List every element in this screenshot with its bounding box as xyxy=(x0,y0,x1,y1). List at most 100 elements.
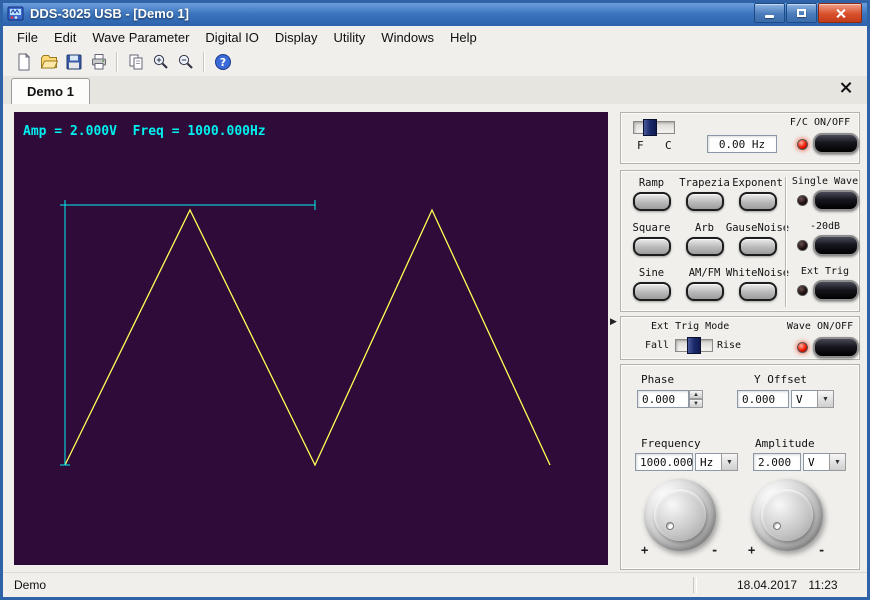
amplitude-input[interactable]: 2.000 xyxy=(753,453,801,471)
ext-trig-mode-label: Ext Trig Mode xyxy=(651,321,729,332)
spin-up-button[interactable]: ▲ xyxy=(689,390,703,399)
square-wave-button[interactable] xyxy=(633,237,671,256)
fc-group: F C 0.00 Hz F/C ON/OFF xyxy=(620,112,860,164)
minus20db-led xyxy=(797,240,808,251)
minus20db-button[interactable] xyxy=(813,235,859,256)
menu-wave-parameter[interactable]: Wave Parameter xyxy=(84,28,197,47)
status-time: 11:23 xyxy=(797,578,849,592)
tab-close-icon[interactable] xyxy=(838,79,854,95)
wave-select-group: Ramp Trapezia Exponent Square Arb GauseN… xyxy=(620,170,860,312)
arb-label: Arb xyxy=(695,222,714,234)
open-button[interactable] xyxy=(36,50,61,74)
maximize-button[interactable] xyxy=(786,3,817,23)
close-button[interactable] xyxy=(818,3,862,23)
app-window: DDS-3025 USB - [Demo 1] File Edit Wave P… xyxy=(0,0,870,600)
tab-label: Demo 1 xyxy=(27,84,74,99)
zoom-out-icon xyxy=(177,53,195,71)
status-date: 18.04.2017 xyxy=(697,578,797,592)
window-title: DDS-3025 USB - [Demo 1] xyxy=(30,6,754,21)
wave-onoff-label: Wave ON/OFF xyxy=(783,321,857,332)
toolbar-separator xyxy=(116,52,118,72)
amfm-wave-button[interactable] xyxy=(686,282,724,301)
exponent-label: Exponent xyxy=(732,177,783,189)
fc-slider-thumb[interactable] xyxy=(643,119,657,136)
content-area: Amp = 2.000V Freq = 1000.000Hz ▶ F C 0.0… xyxy=(3,104,867,573)
print-button[interactable] xyxy=(86,50,111,74)
ramp-label: Ramp xyxy=(639,177,664,189)
frequency-label: Frequency xyxy=(641,437,701,450)
amplitude-knob-dial[interactable] xyxy=(761,489,813,541)
amplitude-unit-value: V xyxy=(803,453,829,471)
menu-bar: File Edit Wave Parameter Digital IO Disp… xyxy=(3,26,867,48)
help-button[interactable]: ? xyxy=(210,50,235,74)
menu-help[interactable]: Help xyxy=(442,28,485,47)
gausenoise-wave-button[interactable] xyxy=(739,237,777,256)
trig-mode-slider[interactable] xyxy=(675,339,713,352)
ramp-wave-button[interactable] xyxy=(633,192,671,211)
menu-display[interactable]: Display xyxy=(267,28,326,47)
frequency-dropdown-button[interactable]: ▼ xyxy=(721,453,738,471)
minimize-icon xyxy=(765,15,774,18)
tab-demo1[interactable]: Demo 1 xyxy=(11,78,90,104)
c-label: C xyxy=(665,139,672,152)
title-bar: DDS-3025 USB - [Demo 1] xyxy=(0,0,870,26)
menu-utility[interactable]: Utility xyxy=(326,28,374,47)
menu-edit[interactable]: Edit xyxy=(46,28,84,47)
ext-trig-button[interactable] xyxy=(813,280,859,301)
single-wave-button[interactable] xyxy=(813,190,859,211)
ext-trig-label: Ext Trig xyxy=(789,266,861,277)
trapezia-wave-button[interactable] xyxy=(686,192,724,211)
square-label: Square xyxy=(633,222,671,234)
maximize-icon xyxy=(797,9,806,17)
y-offset-unit-select[interactable]: V ▼ xyxy=(791,390,834,408)
frequency-knob[interactable] xyxy=(644,479,716,551)
amplitude-knob-plus: + xyxy=(748,543,755,557)
exponent-wave-button[interactable] xyxy=(739,192,777,211)
amplitude-label: Amplitude xyxy=(755,437,815,450)
copy-icon xyxy=(127,53,145,71)
save-button[interactable] xyxy=(61,50,86,74)
ext-trig-led xyxy=(797,285,808,296)
frequency-input[interactable]: 1000.000 xyxy=(635,453,693,471)
fc-onoff-button[interactable] xyxy=(813,133,859,154)
measurement-markers xyxy=(60,200,315,465)
panel-collapse-arrow[interactable]: ▶ xyxy=(610,314,617,328)
trig-mode-slider-thumb[interactable] xyxy=(687,337,701,354)
new-document-button[interactable] xyxy=(11,50,36,74)
sine-wave-button[interactable] xyxy=(633,282,671,301)
phase-input[interactable]: 0.000 xyxy=(637,390,689,408)
trigger-group: Ext Trig Mode Wave ON/OFF Fall Rise xyxy=(620,316,860,360)
wave-onoff-button[interactable] xyxy=(813,337,859,358)
copy-button[interactable] xyxy=(123,50,148,74)
menu-windows[interactable]: Windows xyxy=(373,28,442,47)
whitenoise-wave-button[interactable] xyxy=(739,282,777,301)
fc-readout-field: 0.00 Hz xyxy=(707,135,777,153)
y-offset-dropdown-button[interactable]: ▼ xyxy=(817,390,834,408)
trapezia-label: Trapezia xyxy=(679,177,730,189)
gausenoise-label: GauseNoise xyxy=(726,222,789,234)
amplitude-knob[interactable] xyxy=(751,479,823,551)
status-message: Demo xyxy=(3,578,693,592)
fall-label: Fall xyxy=(645,340,669,351)
y-offset-input[interactable]: 0.000 xyxy=(737,390,789,408)
fc-slider[interactable] xyxy=(633,121,675,134)
app-icon xyxy=(7,5,24,22)
zoom-out-button[interactable] xyxy=(173,50,198,74)
menu-digital-io[interactable]: Digital IO xyxy=(197,28,266,47)
amfm-label: AM/FM xyxy=(689,267,721,279)
arb-wave-button[interactable] xyxy=(686,237,724,256)
save-icon xyxy=(65,53,83,71)
spin-up-icon: ▲ xyxy=(693,392,699,398)
amplitude-dropdown-button[interactable]: ▼ xyxy=(829,453,846,471)
amplitude-unit-select[interactable]: V ▼ xyxy=(803,453,846,471)
frequency-knob-dial[interactable] xyxy=(654,489,706,541)
waveform-canvas xyxy=(14,112,608,565)
menu-file[interactable]: File xyxy=(9,28,46,47)
zoom-in-button[interactable] xyxy=(148,50,173,74)
minimize-button[interactable] xyxy=(754,3,785,23)
dropdown-arrow-icon: ▼ xyxy=(834,459,841,466)
knob-indicator-dot xyxy=(666,522,674,530)
frequency-unit-select[interactable]: Hz ▼ xyxy=(695,453,738,471)
spin-down-button[interactable]: ▼ xyxy=(689,399,703,408)
print-icon xyxy=(90,53,108,71)
